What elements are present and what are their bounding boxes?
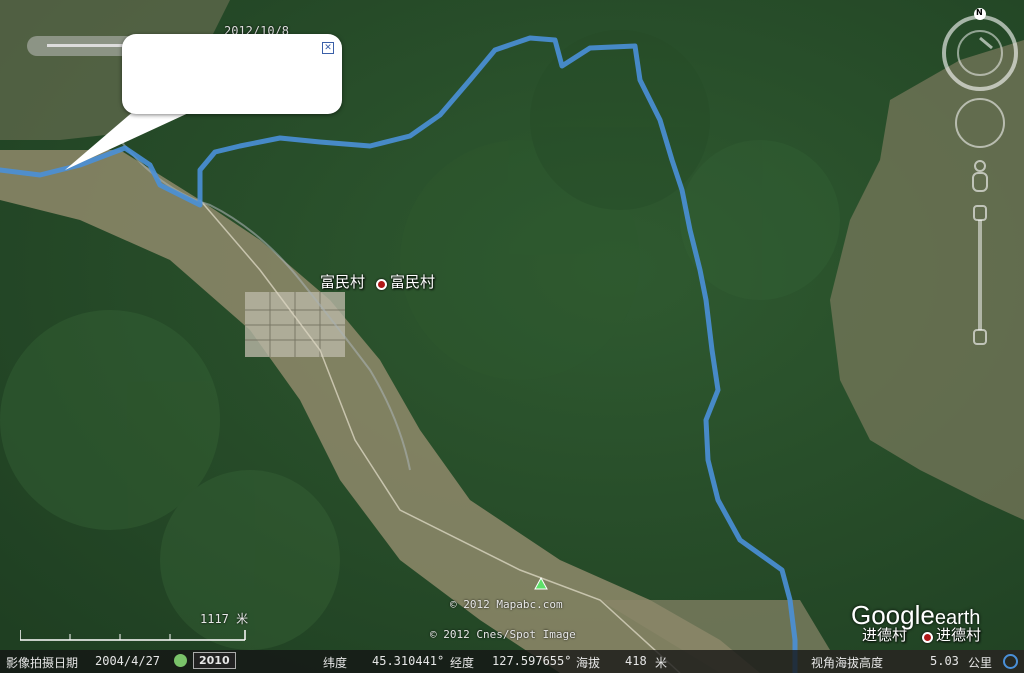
street-view-pegman-icon[interactable] (972, 160, 988, 192)
lat-label: 纬度 (323, 656, 348, 670)
place-label-fumin-right: 富民村 (390, 273, 436, 291)
eye-alt-label: 视角海拔高度 (811, 656, 884, 670)
google-earth-logo: Googleearth (851, 600, 981, 630)
north-indicator: N (976, 8, 983, 17)
year-badge[interactable]: 2010 (193, 652, 236, 669)
scale-label: 1117 米 (200, 612, 249, 626)
close-icon[interactable]: ✕ (322, 42, 334, 54)
imagery-date-label: 影像拍摄日期 (6, 656, 79, 670)
elev-label: 海拔 (576, 656, 601, 670)
historical-imagery-icon[interactable] (174, 654, 187, 667)
streaming-indicator-icon (1003, 654, 1018, 669)
scale-bar: 1117 米 (20, 608, 250, 644)
navigation-controls[interactable]: N (940, 8, 1020, 348)
copyright-mapabc: © 2012 Mapabc.com (450, 598, 563, 611)
lon-value: 127.597655° (492, 654, 572, 668)
elev-unit: 米 (655, 656, 668, 670)
place-pin-fumin[interactable] (376, 279, 387, 290)
eye-alt-unit: 公里 (968, 656, 993, 670)
time-slider[interactable] (27, 36, 137, 56)
place-label-fumin-left: 富民村 (320, 273, 366, 291)
eye-alt-value: 5.03 (930, 654, 959, 668)
lon-label: 经度 (450, 656, 475, 670)
lat-value: 45.310441° (372, 654, 445, 668)
look-joystick-icon[interactable] (955, 98, 1005, 148)
place-pin-jinde[interactable] (922, 632, 933, 643)
elev-value: 418 (625, 654, 647, 668)
copyright-spot: © 2012 Cnes/Spot Image (430, 628, 576, 641)
status-bar: 影像拍摄日期 2004/4/27 2010 纬度 45.310441° 经度 1… (0, 650, 1024, 673)
compass-ring-icon[interactable] (942, 15, 1018, 91)
zoom-slider-icon[interactable] (973, 205, 987, 345)
info-balloon[interactable]: ✕ (122, 34, 342, 114)
imagery-date: 2004/4/27 (95, 654, 161, 668)
